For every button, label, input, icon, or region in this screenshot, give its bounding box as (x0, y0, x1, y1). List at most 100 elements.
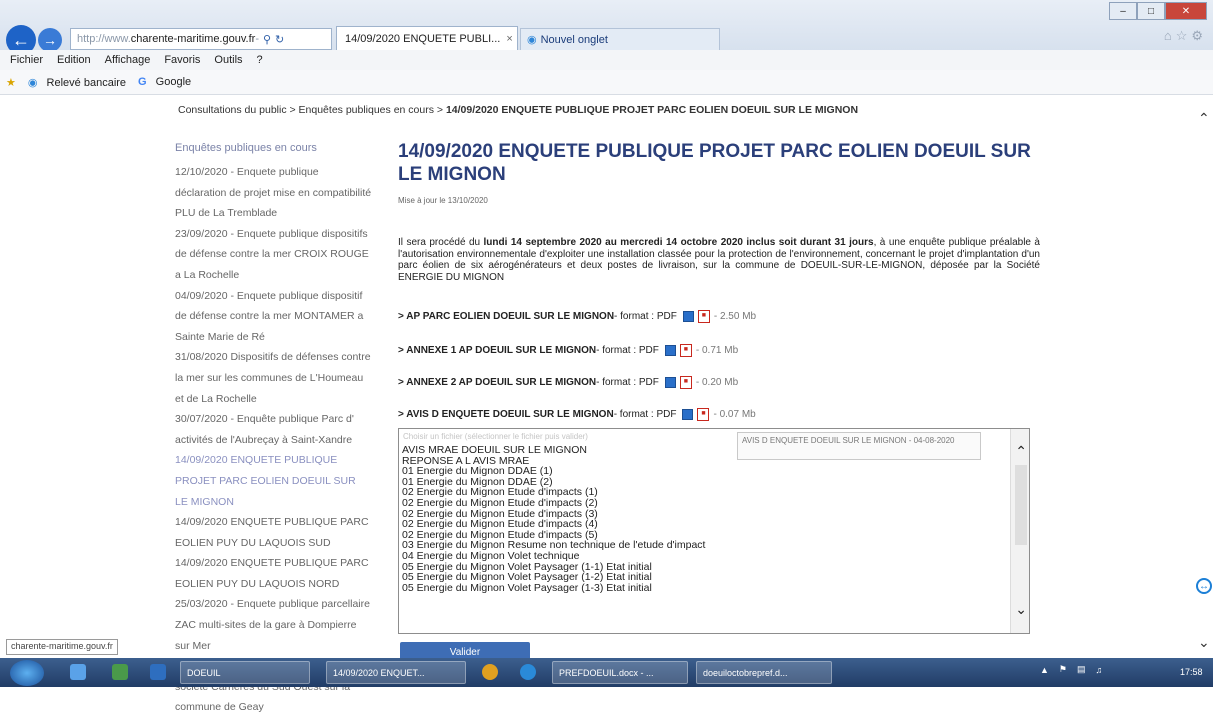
taskbar-item-doeuil[interactable]: DOEUIL (180, 661, 310, 684)
address-bar[interactable]: http://www. charente-maritime.gouv.fr - ⚲… (70, 28, 332, 50)
breadcrumb-path[interactable]: Consultations du public > Enquêtes publi… (178, 104, 446, 116)
gear-icon[interactable]: ⚙ (1191, 28, 1207, 43)
document-link[interactable]: > AVIS D ENQUETE DOEUIL SUR LE MIGNON - … (398, 408, 756, 421)
taskbar-item-browser[interactable]: 14/09/2020 ENQUET... (326, 661, 466, 684)
ie-taskbar-icon[interactable] (520, 664, 536, 680)
tab-close-icon[interactable]: × (506, 33, 512, 45)
page-scroll-down-icon[interactable]: ⌄ (1198, 634, 1210, 651)
taskbar-item-word2[interactable]: doeuiloctobrepref.d... (696, 661, 832, 684)
save-icon[interactable] (664, 345, 676, 356)
network-icon[interactable]: ▤ (1077, 664, 1086, 675)
home-icon[interactable]: ⌂ (1164, 28, 1176, 43)
refresh-icon[interactable]: ↻ (275, 33, 284, 46)
listbox-scroll-thumb[interactable] (1015, 465, 1027, 545)
explorer-icon[interactable] (70, 664, 86, 680)
sidebar-link[interactable]: a La Rochelle (175, 265, 385, 286)
sidebar-link[interactable]: Sainte Marie de Ré (175, 327, 385, 348)
menu-help[interactable]: ? (257, 54, 263, 66)
flag-icon[interactable]: ⚑ (1059, 664, 1067, 675)
menu-edition[interactable]: Edition (57, 54, 91, 66)
back-arrow-icon: ← (12, 29, 30, 50)
pdf-icon[interactable]: ■ (679, 344, 692, 357)
close-button[interactable]: ✕ (1165, 2, 1207, 20)
document-size: - 0.71 Mb (695, 345, 739, 356)
menu-favoris[interactable]: Favoris (164, 54, 200, 66)
sidebar-link[interactable]: PLU de La Tremblade (175, 203, 385, 224)
sidebar-link[interactable]: commune de Geay (175, 697, 385, 718)
sidebar-link[interactable]: 30/07/2020 - Enquête publique Parc d' (175, 409, 385, 430)
maximize-button[interactable]: □ (1137, 2, 1165, 20)
app-icon[interactable] (150, 664, 166, 680)
document-link[interactable]: > ANNEXE 2 AP DOEUIL SUR LE MIGNON - for… (398, 376, 738, 389)
fav-releve-bancaire[interactable]: ◉ Relevé bancaire (22, 76, 126, 89)
listbox-option[interactable]: 05 Energie du Mignon Volet Paysager (1-3… (402, 583, 705, 594)
sidebar-link[interactable]: EOLIEN PUY DU LAQUOIS SUD (175, 533, 385, 554)
sidebar-link[interactable]: de défense contre la mer MONTAMER a (175, 306, 385, 327)
listbox-option[interactable]: 04 Energie du Mignon Volet technique (402, 551, 705, 562)
chevron-down-icon[interactable]: ⌄ (1015, 601, 1027, 618)
sidebar-link[interactable]: PROJET PARC EOLIEN DOEUIL SUR (175, 471, 385, 492)
tray-arrow-icon[interactable]: ▲ (1040, 665, 1049, 675)
sidebar-link[interactable]: 25/03/2020 - Enquete publique parcellair… (175, 594, 385, 615)
ie-icon: ◉ (527, 34, 537, 46)
tab-enquete[interactable]: 14/09/2020 ENQUETE PUBLI... × (336, 26, 518, 50)
sidebar-link[interactable]: et de La Rochelle (175, 389, 385, 410)
menu-fichier[interactable]: Fichier (10, 54, 43, 66)
document-link[interactable]: > ANNEXE 1 AP DOEUIL SUR LE MIGNON - for… (398, 344, 738, 357)
save-icon[interactable] (682, 409, 694, 420)
intro-text-a: Il sera procédé du (398, 237, 484, 248)
status-url: charente-maritime.gouv.fr (6, 639, 118, 655)
sidebar-link[interactable]: 14/09/2020 ENQUETE PUBLIQUE PARC (175, 512, 385, 533)
sidebar-link[interactable]: 12/10/2020 - Enquete publique (175, 162, 385, 183)
pdf-icon[interactable]: ■ (697, 310, 710, 323)
listbox-option[interactable]: 02 Energie du Mignon Etude d'impacts (2) (402, 498, 705, 509)
document-size: - 0.07 Mb (713, 409, 756, 420)
tab-new[interactable]: ◉ Nouvel onglet (520, 28, 720, 50)
listbox-placeholder: Choisir un fichier (sélectionner le fich… (403, 432, 588, 441)
volume-icon[interactable]: ♫ (1096, 665, 1103, 675)
sidebar-link[interactable]: LE MIGNON (175, 492, 385, 513)
minimize-button[interactable]: – (1109, 2, 1137, 20)
sidebar-link[interactable]: de défense contre la mer CROIX ROUGE (175, 244, 385, 265)
document-format: - format : PDF (614, 311, 677, 322)
search-icon[interactable]: ⚲ (263, 33, 271, 46)
sidebar-link[interactable]: 14/09/2020 ENQUETE PUBLIQUE (175, 450, 385, 471)
sidebar-link[interactable]: la mer sur les communes de L'Houmeau (175, 368, 385, 389)
listbox-option[interactable]: AVIS MRAE DOEUIL SUR LE MIGNON (402, 445, 705, 456)
pdf-icon[interactable]: ■ (679, 376, 692, 389)
menu-affichage[interactable]: Affichage (105, 54, 151, 66)
document-format: - format : PDF (613, 409, 677, 420)
fav-google[interactable]: G Google (132, 76, 191, 88)
document-size: - 0.20 Mb (695, 377, 739, 388)
start-button[interactable] (10, 660, 44, 686)
sidebar-link[interactable]: EOLIEN PUY DU LAQUOIS NORD (175, 574, 385, 595)
forward-button[interactable]: → (38, 28, 62, 52)
sidebar-link[interactable]: activités de l'Aubreçay à Saint-Xandre (175, 430, 385, 451)
sidebar-link[interactable]: ZAC multi-sites de la gare à Dompierre (175, 615, 385, 636)
scroll-to-top-icon[interactable]: ↔ (1196, 578, 1212, 594)
star-icon[interactable]: ☆ (1176, 28, 1192, 43)
chrome-icon[interactable] (482, 664, 498, 680)
menu-bar: Fichier Edition Affichage Favoris Outils… (0, 50, 1213, 70)
favorites-star-icon[interactable]: ★ (6, 76, 16, 89)
document-link[interactable]: > AP PARC EOLIEN DOEUIL SUR LE MIGNON - … (398, 310, 756, 323)
sidebar-link[interactable]: déclaration de projet mise en compatibil… (175, 183, 385, 204)
sidebar-list: 12/10/2020 - Enquete publique déclaration… (175, 162, 385, 718)
intro-dates: lundi 14 septembre 2020 au mercredi 14 o… (483, 237, 874, 248)
save-icon[interactable] (664, 377, 676, 388)
taskbar-item-word1[interactable]: PREFDOEUIL.docx - ... (552, 661, 688, 684)
pdf-icon[interactable]: ■ (697, 408, 710, 421)
menu-outils[interactable]: Outils (214, 54, 242, 66)
page-scroll-up-icon[interactable]: ⌃ (1198, 110, 1210, 127)
browser-tools: ⌂☆⚙ (1164, 28, 1207, 44)
save-icon[interactable] (682, 311, 694, 322)
sidebar-link[interactable]: sur Mer (175, 636, 385, 657)
document-listbox[interactable]: Choisir un fichier (sélectionner le fich… (398, 428, 1030, 634)
media-icon[interactable] (112, 664, 128, 680)
chevron-up-icon[interactable]: ⌃ (1015, 443, 1027, 460)
sidebar-link[interactable]: 23/09/2020 - Enquete publique dispositif… (175, 224, 385, 245)
sidebar-link[interactable]: 04/09/2020 - Enquete publique dispositif (175, 286, 385, 307)
sidebar-link[interactable]: 14/09/2020 ENQUETE PUBLIQUE PARC (175, 553, 385, 574)
sidebar-link[interactable]: 31/08/2020 Dispositifs de défenses contr… (175, 347, 385, 368)
document-name: > AP PARC EOLIEN DOEUIL SUR LE MIGNON (398, 311, 615, 322)
